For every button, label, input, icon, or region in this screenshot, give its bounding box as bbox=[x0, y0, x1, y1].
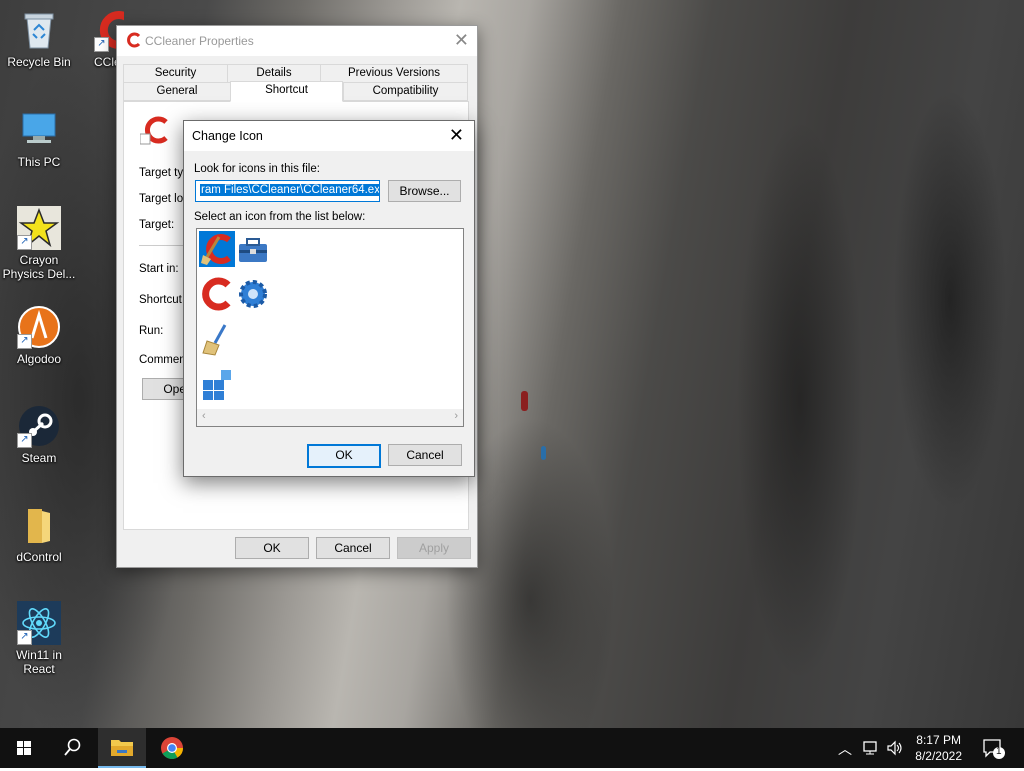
desktop-icon-win11-react[interactable]: ↗ Win11 in React bbox=[1, 601, 77, 676]
steam-icon: ↗ bbox=[17, 404, 61, 448]
ccleaner-large-icon bbox=[139, 114, 172, 149]
cancel-button[interactable]: Cancel bbox=[316, 537, 390, 559]
shortcut-arrow-icon: ↗ bbox=[17, 433, 32, 448]
properties-title: CCleaner Properties bbox=[145, 34, 254, 48]
file-explorer-button[interactable] bbox=[98, 728, 146, 768]
desktop-icon-label-line2: React bbox=[23, 662, 55, 676]
gear-icon[interactable] bbox=[235, 276, 271, 312]
shortcut-arrow-icon: ↗ bbox=[17, 334, 32, 349]
tab-general[interactable]: General bbox=[123, 82, 231, 101]
shortcut-arrow-icon: ↗ bbox=[94, 37, 109, 52]
desktop-icon-label-line1: Crayon bbox=[19, 253, 59, 267]
select-icon-label: Select an icon from the list below: bbox=[194, 211, 366, 223]
target-label: Target: bbox=[139, 219, 175, 231]
change-icon-title: Change Icon bbox=[192, 129, 263, 143]
ccleaner-c-icon[interactable] bbox=[199, 276, 235, 312]
change-icon-titlebar[interactable]: Change Icon ✕ bbox=[184, 121, 474, 151]
ok-button[interactable]: OK bbox=[235, 537, 309, 559]
horizontal-scrollbar[interactable]: ‹ › bbox=[197, 409, 463, 426]
desktop-icon-label: Recycle Bin bbox=[7, 55, 71, 69]
file-explorer-icon bbox=[111, 740, 133, 756]
desktop-icon-crayon-physics[interactable]: ↗ Crayon Physics Del... bbox=[1, 206, 77, 281]
desktop-icon-label-line2: Physics Del... bbox=[2, 267, 76, 281]
taskbar: ︿ 8:17 PM 8/2/2022 1 bbox=[0, 728, 1024, 768]
run-label: Run: bbox=[139, 325, 164, 337]
desktop-icon-recycle-bin[interactable]: Recycle Bin bbox=[1, 8, 77, 69]
divider bbox=[139, 245, 189, 246]
apply-button[interactable]: Apply bbox=[397, 537, 471, 559]
network-icon[interactable] bbox=[862, 740, 880, 759]
ccleaner-app-icon bbox=[126, 32, 142, 51]
clock-date: 8/2/2022 bbox=[915, 749, 962, 763]
browse-button[interactable]: Browse... bbox=[388, 180, 461, 202]
volume-icon[interactable] bbox=[886, 740, 904, 759]
desktop-icon-label: dControl bbox=[16, 550, 62, 564]
chrome-button[interactable] bbox=[148, 728, 196, 768]
cancel-button[interactable]: Cancel bbox=[388, 444, 462, 466]
desktop-icon-label: This PC bbox=[17, 155, 61, 169]
folder-icon bbox=[17, 503, 61, 547]
algodoo-icon: ↗ bbox=[17, 305, 61, 349]
ccleaner-broom-icon[interactable] bbox=[199, 231, 235, 267]
icon-file-path-text: ram Files\CCleaner\CCleaner64.exe bbox=[200, 184, 379, 196]
start-icon bbox=[17, 741, 31, 755]
recycle-bin-icon bbox=[17, 8, 61, 52]
desktop-icon-label-line1: Win11 in bbox=[16, 648, 62, 662]
computer-icon bbox=[17, 108, 61, 152]
close-icon[interactable]: ✕ bbox=[454, 30, 469, 51]
desktop-icon-steam[interactable]: ↗ Steam bbox=[1, 404, 77, 465]
react-icon: ↗ bbox=[17, 601, 61, 645]
shortcut-arrow-icon: ↗ bbox=[17, 235, 32, 250]
clock[interactable]: 8:17 PM 8/2/2022 bbox=[915, 732, 962, 764]
start-button[interactable] bbox=[0, 728, 48, 768]
search-icon bbox=[64, 738, 81, 756]
desktop-icon-this-pc[interactable]: This PC bbox=[1, 108, 77, 169]
tab-compatibility[interactable]: Compatibility bbox=[343, 82, 468, 101]
properties-titlebar[interactable]: CCleaner Properties ✕ bbox=[117, 26, 477, 56]
change-icon-dialog: Change Icon ✕ Look for icons in this fil… bbox=[183, 120, 475, 477]
look-for-icons-label: Look for icons in this file: bbox=[194, 163, 320, 175]
icon-file-path-input[interactable]: ram Files\CCleaner\CCleaner64.exe bbox=[195, 180, 380, 202]
clock-time: 8:17 PM bbox=[916, 733, 961, 747]
shortcut-arrow-icon: ↗ bbox=[17, 630, 32, 645]
windows-tiles-icon[interactable] bbox=[199, 366, 235, 402]
desktop-icon-algodoo[interactable]: ↗ Algodoo bbox=[1, 305, 77, 366]
toolbox-icon[interactable] bbox=[235, 231, 271, 267]
climber-figure bbox=[521, 391, 528, 411]
tab-shortcut[interactable]: Shortcut bbox=[230, 81, 343, 102]
notification-count: 1 bbox=[996, 746, 1002, 757]
scroll-right-icon[interactable]: › bbox=[454, 410, 458, 422]
desktop-icon-dcontrol[interactable]: dControl bbox=[1, 503, 77, 564]
chrome-icon bbox=[161, 737, 183, 759]
notification-center-icon[interactable]: 1 bbox=[982, 738, 1006, 763]
crayon-physics-icon: ↗ bbox=[17, 206, 61, 250]
close-icon[interactable]: ✕ bbox=[449, 125, 464, 146]
climber-figure bbox=[541, 446, 546, 460]
chevron-up-icon[interactable]: ︿ bbox=[838, 739, 852, 759]
desktop-icon-label: Steam bbox=[21, 451, 57, 465]
icon-list[interactable]: ‹ › bbox=[196, 228, 464, 427]
search-button[interactable] bbox=[48, 728, 96, 768]
broom-icon[interactable] bbox=[199, 321, 235, 357]
target-type-label: Target typ bbox=[139, 167, 190, 179]
tab-security[interactable]: Security bbox=[123, 64, 228, 83]
desktop-icon-label: Algodoo bbox=[16, 352, 62, 366]
ok-button[interactable]: OK bbox=[307, 444, 381, 468]
start-in-label: Start in: bbox=[139, 263, 179, 275]
scroll-left-icon[interactable]: ‹ bbox=[202, 410, 206, 422]
target-location-label: Target loc bbox=[139, 193, 189, 205]
